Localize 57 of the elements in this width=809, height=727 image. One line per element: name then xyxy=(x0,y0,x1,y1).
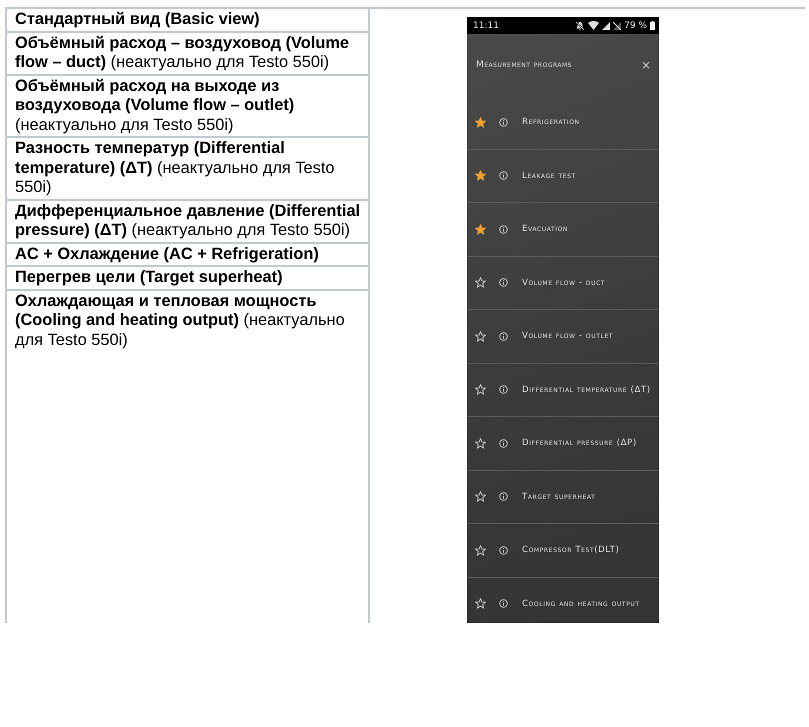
star-icon[interactable] xyxy=(475,277,486,288)
table-cell-text: Дифференциальное давление (Differential pressure) (ΔT) (неактуально для Testo 550i) xyxy=(15,202,362,240)
program-list-item[interactable]: Target superheat xyxy=(467,470,659,524)
program-list-item[interactable]: Volume flow - duct xyxy=(467,256,659,310)
program-name: Differential temperature (ΔT) xyxy=(522,384,651,395)
star-icon[interactable] xyxy=(475,598,486,610)
star-icon[interactable] xyxy=(475,170,486,182)
program-name: Evacuation xyxy=(522,224,568,234)
program-name: Refrigeration xyxy=(522,117,580,128)
star-icon[interactable] xyxy=(475,438,486,449)
info-icon[interactable] xyxy=(499,492,508,502)
program-name: Volume flow - outlet xyxy=(522,331,614,342)
info-icon[interactable] xyxy=(499,224,508,234)
table-cell-text: Объёмный расход на выходе из воздуховода (Volume flow – outlet) (неактуально для Testo 550i) xyxy=(15,76,296,135)
program-list-item[interactable]: Leakage test xyxy=(467,150,659,203)
close-button[interactable]: × xyxy=(638,58,653,72)
table-cell-text: Перегрев цели (Target superheat) xyxy=(15,268,284,288)
star-icon[interactable] xyxy=(475,544,486,556)
program-name: Target superheat xyxy=(522,492,596,502)
program-list-item[interactable]: Differential pressure (ΔP) xyxy=(467,417,659,470)
star-icon[interactable] xyxy=(475,116,486,128)
info-icon[interactable] xyxy=(499,332,508,341)
program-list-item[interactable]: Compressor Test(DLT) xyxy=(467,524,659,578)
status-time: 11:11 xyxy=(473,20,499,30)
screen-title: Measurement programs xyxy=(476,60,572,70)
muted-bell-icon xyxy=(575,20,586,30)
table-cell-text: Разность температур (Differential temperature) (ΔT) (неактуально для Testo 550i) xyxy=(15,139,336,198)
battery-percent: 79 % xyxy=(624,20,647,30)
program-name: Cooling and heating output xyxy=(522,598,640,609)
table-cell-text: Объёмный расход – воздуховод (Volume flow – duct) (неактуально для Testo 550i) xyxy=(15,34,350,72)
signal-icon xyxy=(602,22,610,30)
info-icon[interactable] xyxy=(499,385,508,394)
program-list-item[interactable]: Volume flow - outlet xyxy=(467,310,659,364)
wifi-icon xyxy=(588,21,600,30)
info-icon[interactable] xyxy=(499,171,508,180)
program-name: Volume flow - duct xyxy=(522,278,606,288)
program-list-item[interactable]: Cooling and heating output xyxy=(467,578,659,623)
program-list-item[interactable]: Evacuation xyxy=(467,203,659,256)
program-list-item[interactable]: Refrigeration xyxy=(467,96,659,150)
info-icon[interactable] xyxy=(499,118,508,127)
info-icon[interactable] xyxy=(499,546,508,555)
program-name: Leakage test xyxy=(522,170,576,181)
battery-icon xyxy=(650,21,655,30)
program-list-item[interactable]: Differential temperature (ΔT) xyxy=(467,364,659,417)
table-cell-text: Стандартный вид (Basic view) xyxy=(15,10,261,30)
info-icon[interactable] xyxy=(499,438,508,448)
star-icon[interactable] xyxy=(475,224,486,235)
star-icon[interactable] xyxy=(475,330,486,342)
no-signal-icon xyxy=(613,22,622,30)
info-icon[interactable] xyxy=(499,278,508,288)
info-icon[interactable] xyxy=(499,599,508,608)
program-name: Compressor Test(DLT) xyxy=(522,545,620,556)
star-icon[interactable] xyxy=(475,491,486,502)
star-icon[interactable] xyxy=(475,384,486,396)
table-cell-text: Охлаждающая и тепловая мощность (Cooling and heating output) (неактуально для Testo 550i) xyxy=(15,292,346,350)
table-cell-text: AC + Охлаждение (AC + Refrigeration) xyxy=(15,244,320,264)
program-name: Differential pressure (ΔP) xyxy=(522,438,637,448)
